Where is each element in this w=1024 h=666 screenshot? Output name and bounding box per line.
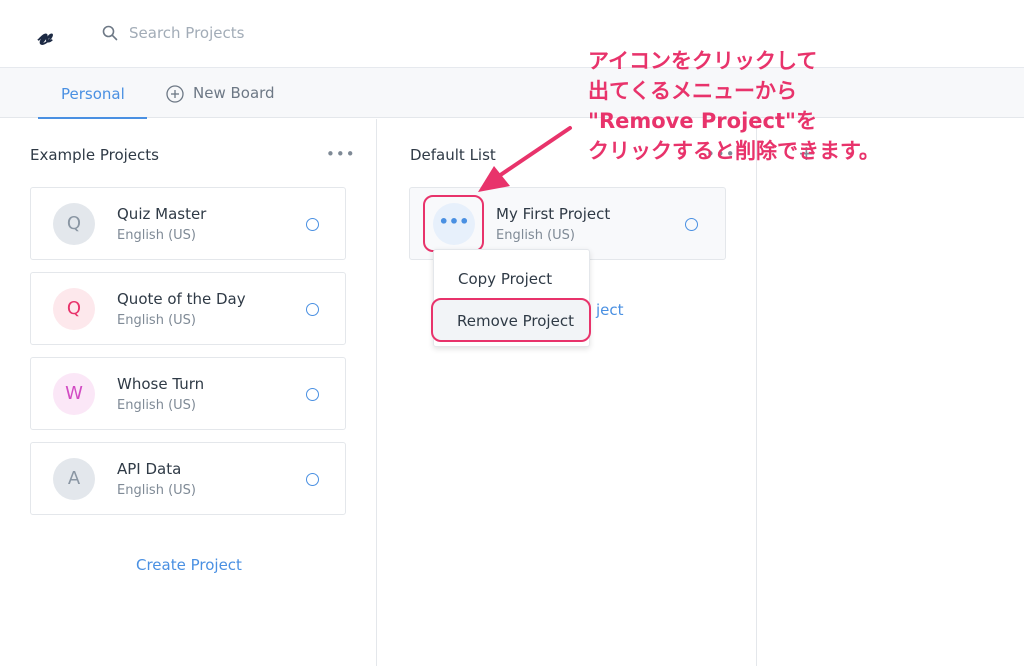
project-language: English (US): [117, 313, 196, 328]
project-language: English (US): [496, 228, 575, 243]
project-card[interactable]: Q Quiz Master English (US): [30, 187, 346, 260]
plus-circle-icon: [166, 85, 184, 103]
tab-personal[interactable]: Personal: [38, 68, 147, 119]
remove-project-menu-item[interactable]: Remove Project: [431, 298, 591, 342]
project-card[interactable]: Q Quote of the Day English (US): [30, 272, 346, 345]
annotation-line: アイコンをクリックして: [588, 49, 818, 73]
create-project-link[interactable]: ject: [596, 301, 624, 319]
tab-personal-label: Personal: [61, 85, 125, 103]
project-avatar: Q: [53, 288, 95, 330]
example-projects-column: Example Projects ••• Q Quiz Master Engli…: [0, 119, 377, 666]
column-menu-button[interactable]: •••: [326, 145, 356, 163]
project-name: Quote of the Day: [117, 290, 246, 308]
project-name: API Data: [117, 460, 182, 478]
project-name: Quiz Master: [117, 205, 207, 223]
project-avatar: W: [53, 373, 95, 415]
column-title: Example Projects: [30, 146, 159, 164]
project-language: English (US): [117, 228, 196, 243]
app-logo[interactable]: 𝓿: [37, 18, 52, 52]
remove-project-label: Remove Project: [457, 312, 574, 330]
project-radio[interactable]: [306, 303, 319, 316]
project-radio[interactable]: [685, 218, 698, 231]
annotation-highlight: [423, 195, 484, 252]
annotation-callout: アイコンをクリックして 出てくるメニューから "Remove Project"を…: [588, 46, 1018, 166]
search-input[interactable]: Search Projects: [129, 24, 244, 42]
project-context-menu: Copy Project Remove Project: [431, 249, 591, 347]
create-project-link[interactable]: Create Project: [136, 556, 242, 574]
new-list-column: +: [758, 119, 1024, 666]
annotation-line: 出てくるメニューから: [588, 79, 797, 103]
copy-project-menu-item[interactable]: Copy Project: [458, 270, 552, 288]
tab-new-board-label: New Board: [193, 84, 275, 102]
project-avatar: Q: [53, 203, 95, 245]
default-list-column: Default List ••• ••• My First Project En…: [378, 119, 757, 666]
project-card[interactable]: A API Data English (US): [30, 442, 346, 515]
project-radio[interactable]: [306, 473, 319, 486]
annotation-line: クリックすると削除できます。: [588, 139, 880, 163]
project-radio[interactable]: [306, 218, 319, 231]
project-language: English (US): [117, 483, 196, 498]
project-radio[interactable]: [306, 388, 319, 401]
project-name: Whose Turn: [117, 375, 205, 393]
annotation-line: "Remove Project"を: [588, 109, 817, 133]
annotation-arrow: [478, 126, 572, 192]
project-language: English (US): [117, 398, 196, 413]
project-card[interactable]: W Whose Turn English (US): [30, 357, 346, 430]
project-avatar: A: [53, 458, 95, 500]
search-icon: [102, 25, 118, 41]
project-name: My First Project: [496, 205, 611, 223]
